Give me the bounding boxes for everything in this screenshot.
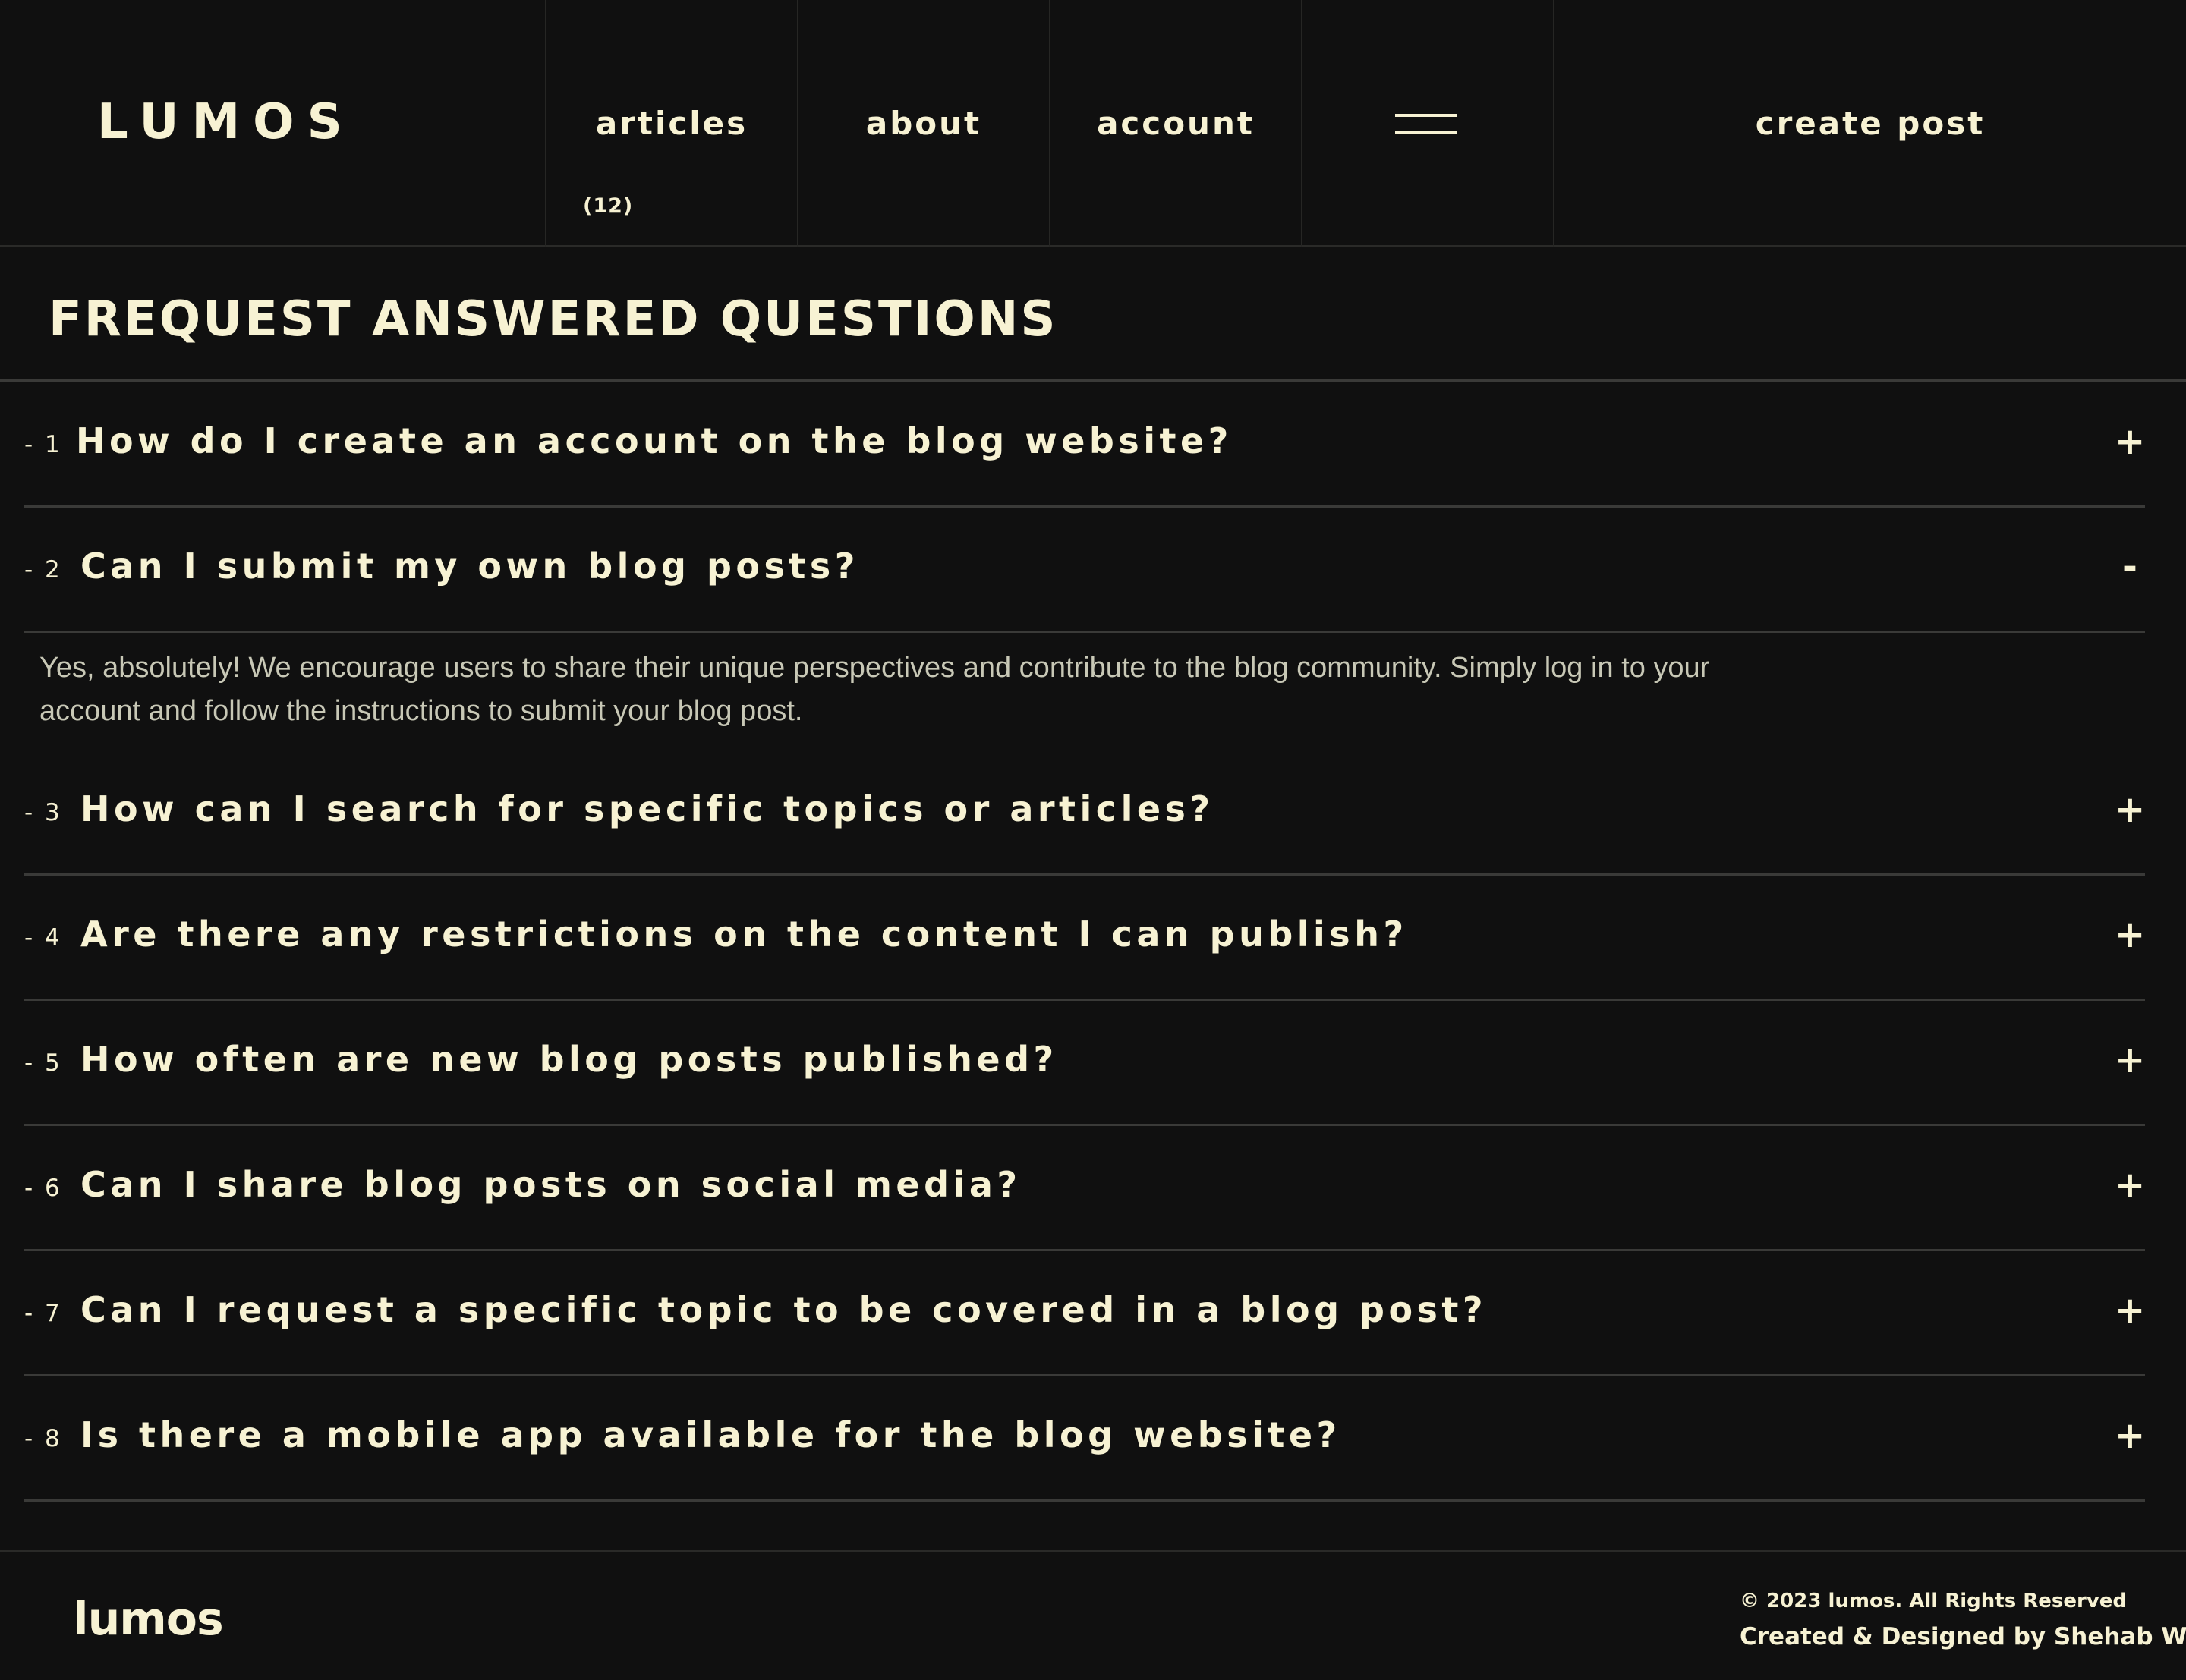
expand-icon[interactable]: + xyxy=(2115,914,2145,956)
expand-icon[interactable]: + xyxy=(2115,420,2145,463)
expand-icon[interactable]: + xyxy=(2115,1039,2145,1081)
faq-question[interactable]: Is there a mobile app available for the … xyxy=(80,1414,1341,1455)
faq-item-4[interactable]: - 4 Are there any restrictions on the co… xyxy=(24,876,2145,1001)
faq-item-1[interactable]: - 1 How do I create an account on the bl… xyxy=(24,382,2145,508)
faq-item-5[interactable]: - 5 How often are new blog posts publish… xyxy=(24,1001,2145,1126)
faq-number: - 4 xyxy=(24,924,62,952)
faq-item-3[interactable]: - 3 How can I search for specific topics… xyxy=(24,750,2145,876)
expand-icon[interactable]: + xyxy=(2115,788,2145,831)
faq-number: - 5 xyxy=(24,1049,62,1077)
menu-icon[interactable] xyxy=(1395,112,1457,135)
faq-item-8[interactable]: - 8 Is there a mobile app available for … xyxy=(24,1376,2145,1502)
faq-question[interactable]: Can I request a specific topic to be cov… xyxy=(80,1289,1487,1330)
faq-item-2[interactable]: - 2 Can I submit my own blog posts? - xyxy=(24,508,2145,633)
faq-item-7[interactable]: - 7 Can I request a specific topic to be… xyxy=(24,1251,2145,1376)
copyright-text: © 2023 lumos. All Rights Reserved xyxy=(1740,1590,2128,1612)
faq-number: - 6 xyxy=(24,1175,62,1202)
title-divider xyxy=(0,379,2186,382)
expand-icon[interactable]: + xyxy=(2115,1414,2145,1457)
footer-logo[interactable]: lumos xyxy=(73,1593,224,1646)
faq-number: - 2 xyxy=(24,556,62,584)
articles-count-badge: (12) xyxy=(583,194,634,218)
faq-question[interactable]: Can I share blog posts on social media? xyxy=(80,1164,1022,1205)
expand-icon[interactable]: + xyxy=(2115,1164,2145,1207)
nav-item-account[interactable]: account xyxy=(1049,0,1301,247)
faq-question[interactable]: Can I submit my own blog posts? xyxy=(80,546,859,587)
menu-icon-line-top xyxy=(1395,114,1457,117)
faq-question[interactable]: Are there any restrictions on the conten… xyxy=(80,914,1408,955)
site-header: LUMOS articles (12) about account create… xyxy=(0,0,2186,247)
page-title: FREQUEST ANSWERED QUESTIONS xyxy=(49,291,1058,348)
nav-item-create-post[interactable]: create post xyxy=(1553,0,2186,247)
faq-question[interactable]: How do I create an account on the blog w… xyxy=(76,420,1233,461)
nav-about-label[interactable]: about xyxy=(798,105,1049,142)
faq-question[interactable]: How can I search for specific topics or … xyxy=(80,788,1214,829)
faq-number: - 8 xyxy=(24,1425,62,1452)
brand-logo[interactable]: LUMOS xyxy=(97,94,355,150)
faq-answer: Yes, absolutely! We encourage users to s… xyxy=(39,652,1710,727)
nav-item-articles[interactable]: articles (12) xyxy=(545,0,797,247)
faq-item-6[interactable]: - 6 Can I share blog posts on social med… xyxy=(24,1126,2145,1251)
create-post-button[interactable]: create post xyxy=(1554,105,2186,142)
nav-account-label[interactable]: account xyxy=(1050,105,1301,142)
nav-articles-label[interactable]: articles xyxy=(546,105,797,142)
faq-question[interactable]: How often are new blog posts published? xyxy=(80,1039,1058,1080)
menu-icon-line-bottom xyxy=(1395,131,1457,134)
faq-number: - 3 xyxy=(24,799,62,826)
faq-number: - 1 xyxy=(24,431,62,458)
site-footer: lumos © 2023 lumos. All Rights Reserved … xyxy=(0,1550,2186,1680)
collapse-icon[interactable]: - xyxy=(2115,546,2145,588)
expand-icon[interactable]: + xyxy=(2115,1289,2145,1332)
faq-number: - 7 xyxy=(24,1300,62,1327)
nav-item-about[interactable]: about xyxy=(797,0,1049,247)
credit-text: Created & Designed by Shehab Waleed xyxy=(1740,1623,2186,1650)
